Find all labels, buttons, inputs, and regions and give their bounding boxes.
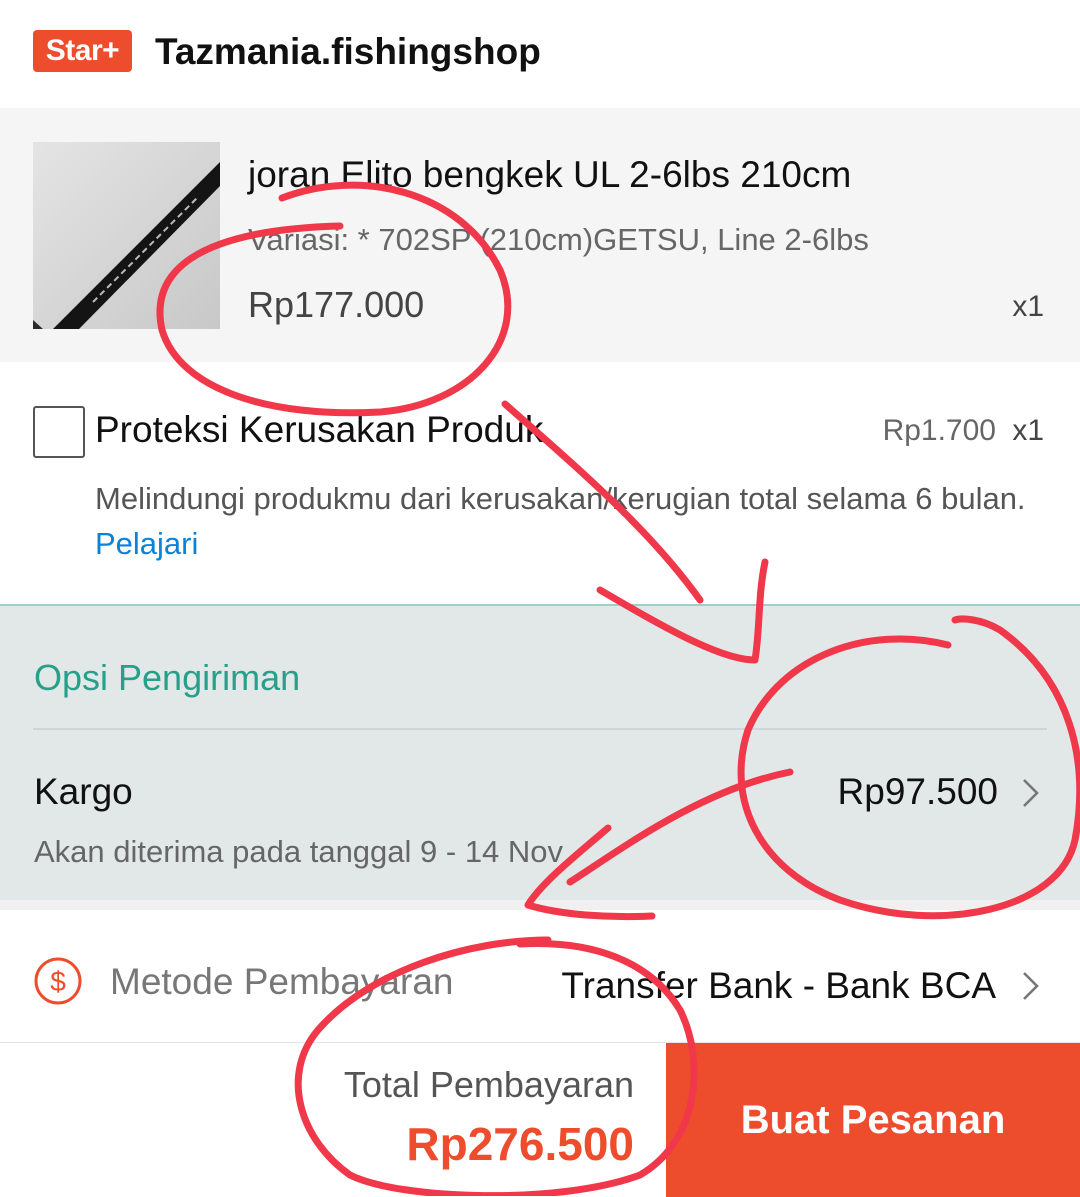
product-item[interactable]: joran Elito bengkek UL 2-6lbs 210cm Vari…: [0, 108, 1080, 362]
dollar-circle-icon: $: [34, 957, 82, 1005]
divider: [33, 728, 1047, 730]
svg-text:$: $: [50, 966, 66, 997]
payment-method-row[interactable]: $ Metode Pembayaran Transfer Bank - Bank…: [0, 910, 1080, 1042]
chevron-right-icon: [1023, 779, 1039, 807]
checkout-bar: Total Pembayaran Rp276.500 Buat Pesanan: [0, 1042, 1080, 1197]
protection-description-text: Melindungi produkmu dari kerusakan/kerug…: [95, 481, 1026, 516]
shop-name[interactable]: Tazmania.fishingshop: [155, 30, 541, 74]
product-price: Rp177.000: [248, 284, 425, 325]
total-value: Rp276.500: [406, 1118, 634, 1170]
shipping-price: Rp97.500: [837, 771, 998, 812]
shipping-heading: Opsi Pengiriman: [34, 657, 301, 698]
protection-checkbox[interactable]: [33, 406, 85, 458]
product-variant: Variasi: * 702SP (210cm)GETSU, Line 2-6l…: [248, 222, 869, 257]
protection-description: Melindungi produkmu dari kerusakan/kerug…: [95, 476, 1035, 566]
shipping-options: Opsi Pengiriman Kargo Rp97.500 Akan dite…: [0, 604, 1080, 902]
product-name: joran Elito bengkek UL 2-6lbs 210cm: [248, 154, 852, 195]
learn-more-link[interactable]: Pelajari: [95, 526, 198, 561]
shop-header: Star+ Tazmania.fishingshop: [0, 0, 1080, 108]
shipping-method-row[interactable]: Kargo Rp97.500 Akan diterima pada tangga…: [0, 746, 1080, 896]
product-thumbnail: [33, 142, 220, 329]
payment-label: Metode Pembayaran: [110, 961, 454, 1002]
shipping-method: Kargo: [34, 771, 133, 812]
place-order-button[interactable]: Buat Pesanan: [666, 1043, 1080, 1197]
protection-price: Rp1.700: [882, 414, 996, 447]
star-plus-badge: Star+: [33, 30, 132, 72]
protection-quantity: x1: [1012, 414, 1044, 447]
shipping-eta: Akan diterima pada tanggal 9 - 14 Nov: [34, 834, 564, 869]
payment-value: Transfer Bank - Bank BCA: [561, 965, 996, 1006]
protection-title: Proteksi Kerusakan Produk: [95, 409, 544, 450]
chevron-right-icon: [1023, 972, 1039, 1000]
damage-protection: Proteksi Kerusakan Produk Rp1.700 x1 Mel…: [0, 362, 1080, 604]
section-gap: [0, 900, 1080, 910]
total-label: Total Pembayaran: [343, 1064, 634, 1105]
product-quantity: x1: [1012, 290, 1044, 323]
